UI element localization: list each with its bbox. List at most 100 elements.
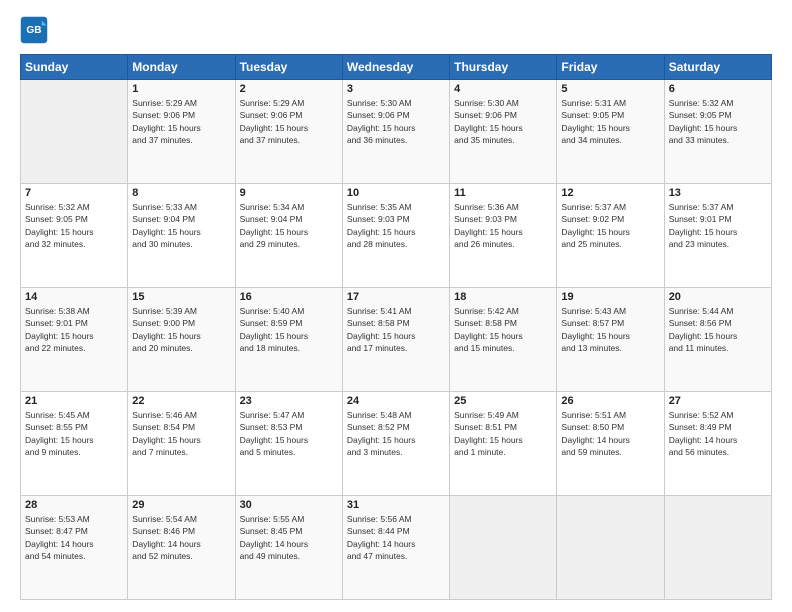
day-info: Sunrise: 5:43 AM Sunset: 8:57 PM Dayligh… [561,305,659,354]
day-cell [664,496,771,600]
day-number: 14 [25,291,123,303]
day-number: 11 [454,187,552,199]
day-cell: 2 Sunrise: 5:29 AM Sunset: 9:06 PM Daylig… [235,80,342,184]
day-cell: 14 Sunrise: 5:38 AM Sunset: 9:01 PM Dayli… [21,288,128,392]
day-number: 22 [132,395,230,407]
day-number: 7 [25,187,123,199]
day-cell: 6 Sunrise: 5:32 AM Sunset: 9:05 PM Daylig… [664,80,771,184]
day-info: Sunrise: 5:46 AM Sunset: 8:54 PM Dayligh… [132,409,230,458]
day-cell: 7 Sunrise: 5:32 AM Sunset: 9:05 PM Daylig… [21,184,128,288]
day-info: Sunrise: 5:42 AM Sunset: 8:58 PM Dayligh… [454,305,552,354]
logo: GB [20,16,52,44]
day-info: Sunrise: 5:34 AM Sunset: 9:04 PM Dayligh… [240,201,338,250]
day-number: 12 [561,187,659,199]
col-header-sunday: Sunday [21,55,128,80]
day-number: 1 [132,83,230,95]
day-info: Sunrise: 5:44 AM Sunset: 8:56 PM Dayligh… [669,305,767,354]
day-cell: 20Sunrise: 5:44 AM Sunset: 8:56 PM Dayli… [664,288,771,392]
day-cell: 26 Sunrise: 5:51 AM Sunset: 8:50 PM Dayli… [557,392,664,496]
day-info: Sunrise: 5:30 AM Sunset: 9:06 PM Dayligh… [454,97,552,146]
day-cell: 1 Sunrise: 5:29 AM Sunset: 9:06 PM Daylig… [128,80,235,184]
day-cell: 10 Sunrise: 5:35 AM Sunset: 9:03 PM Dayli… [342,184,449,288]
day-number: 9 [240,187,338,199]
week-row-2: 7 Sunrise: 5:32 AM Sunset: 9:05 PM Daylig… [21,184,772,288]
day-info: Sunrise: 5:53 AM Sunset: 8:47 PM Dayligh… [25,513,123,562]
day-number: 21 [25,395,123,407]
day-info: Sunrise: 5:32 AM Sunset: 9:05 PM Dayligh… [25,201,123,250]
day-number: 3 [347,83,445,95]
day-number: 17 [347,291,445,303]
day-cell: 29 Sunrise: 5:54 AM Sunset: 8:46 PM Dayli… [128,496,235,600]
day-info: Sunrise: 5:52 AM Sunset: 8:49 PM Dayligh… [669,409,767,458]
day-cell: 30 Sunrise: 5:55 AM Sunset: 8:45 PM Dayli… [235,496,342,600]
day-info: Sunrise: 5:32 AM Sunset: 9:05 PM Dayligh… [669,97,767,146]
day-cell: 19 Sunrise: 5:43 AM Sunset: 8:57 PM Dayli… [557,288,664,392]
day-number: 15 [132,291,230,303]
day-number: 16 [240,291,338,303]
day-number: 4 [454,83,552,95]
day-cell: 24 Sunrise: 5:48 AM Sunset: 8:52 PM Dayli… [342,392,449,496]
day-number: 24 [347,395,445,407]
day-cell: 15 Sunrise: 5:39 AM Sunset: 9:00 PM Dayli… [128,288,235,392]
day-number: 27 [669,395,767,407]
day-number: 30 [240,499,338,511]
calendar-header-row: SundayMondayTuesdayWednesdayThursdayFrid… [21,55,772,80]
day-cell [21,80,128,184]
day-cell: 28 Sunrise: 5:53 AM Sunset: 8:47 PM Dayli… [21,496,128,600]
day-cell [450,496,557,600]
day-info: Sunrise: 5:41 AM Sunset: 8:58 PM Dayligh… [347,305,445,354]
day-number: 6 [669,83,767,95]
day-info: Sunrise: 5:33 AM Sunset: 9:04 PM Dayligh… [132,201,230,250]
day-info: Sunrise: 5:51 AM Sunset: 8:50 PM Dayligh… [561,409,659,458]
day-info: Sunrise: 5:38 AM Sunset: 9:01 PM Dayligh… [25,305,123,354]
day-info: Sunrise: 5:40 AM Sunset: 8:59 PM Dayligh… [240,305,338,354]
col-header-saturday: Saturday [664,55,771,80]
col-header-monday: Monday [128,55,235,80]
day-info: Sunrise: 5:45 AM Sunset: 8:55 PM Dayligh… [25,409,123,458]
day-cell: 27 Sunrise: 5:52 AM Sunset: 8:49 PM Dayli… [664,392,771,496]
day-info: Sunrise: 5:29 AM Sunset: 9:06 PM Dayligh… [132,97,230,146]
day-info: Sunrise: 5:31 AM Sunset: 9:05 PM Dayligh… [561,97,659,146]
day-info: Sunrise: 5:47 AM Sunset: 8:53 PM Dayligh… [240,409,338,458]
day-cell: 5 Sunrise: 5:31 AM Sunset: 9:05 PM Daylig… [557,80,664,184]
day-number: 2 [240,83,338,95]
day-info: Sunrise: 5:30 AM Sunset: 9:06 PM Dayligh… [347,97,445,146]
day-info: Sunrise: 5:54 AM Sunset: 8:46 PM Dayligh… [132,513,230,562]
day-number: 10 [347,187,445,199]
day-info: Sunrise: 5:36 AM Sunset: 9:03 PM Dayligh… [454,201,552,250]
day-cell: 16 Sunrise: 5:40 AM Sunset: 8:59 PM Dayli… [235,288,342,392]
day-info: Sunrise: 5:48 AM Sunset: 8:52 PM Dayligh… [347,409,445,458]
day-info: Sunrise: 5:55 AM Sunset: 8:45 PM Dayligh… [240,513,338,562]
day-cell: 11 Sunrise: 5:36 AM Sunset: 9:03 PM Dayli… [450,184,557,288]
week-row-5: 28 Sunrise: 5:53 AM Sunset: 8:47 PM Dayli… [21,496,772,600]
day-cell: 22 Sunrise: 5:46 AM Sunset: 8:54 PM Dayli… [128,392,235,496]
calendar-page: GB SundayMondayTuesdayWednesdayThursdayF… [0,0,792,612]
day-number: 26 [561,395,659,407]
day-number: 23 [240,395,338,407]
day-info: Sunrise: 5:39 AM Sunset: 9:00 PM Dayligh… [132,305,230,354]
day-cell: 21 Sunrise: 5:45 AM Sunset: 8:55 PM Dayli… [21,392,128,496]
week-row-4: 21 Sunrise: 5:45 AM Sunset: 8:55 PM Dayli… [21,392,772,496]
col-header-wednesday: Wednesday [342,55,449,80]
col-header-friday: Friday [557,55,664,80]
day-cell: 4 Sunrise: 5:30 AM Sunset: 9:06 PM Daylig… [450,80,557,184]
day-info: Sunrise: 5:35 AM Sunset: 9:03 PM Dayligh… [347,201,445,250]
day-number: 8 [132,187,230,199]
day-number: 25 [454,395,552,407]
day-number: 13 [669,187,767,199]
day-cell [557,496,664,600]
day-cell: 25Sunrise: 5:49 AM Sunset: 8:51 PM Dayli… [450,392,557,496]
day-info: Sunrise: 5:29 AM Sunset: 9:06 PM Dayligh… [240,97,338,146]
day-cell: 18 Sunrise: 5:42 AM Sunset: 8:58 PM Dayli… [450,288,557,392]
day-number: 28 [25,499,123,511]
day-cell: 12Sunrise: 5:37 AM Sunset: 9:02 PM Dayli… [557,184,664,288]
header: GB [20,16,772,44]
day-number: 31 [347,499,445,511]
day-number: 5 [561,83,659,95]
day-number: 29 [132,499,230,511]
day-number: 19 [561,291,659,303]
day-number: 18 [454,291,552,303]
day-cell: 31Sunrise: 5:56 AM Sunset: 8:44 PM Dayli… [342,496,449,600]
col-header-tuesday: Tuesday [235,55,342,80]
col-header-thursday: Thursday [450,55,557,80]
